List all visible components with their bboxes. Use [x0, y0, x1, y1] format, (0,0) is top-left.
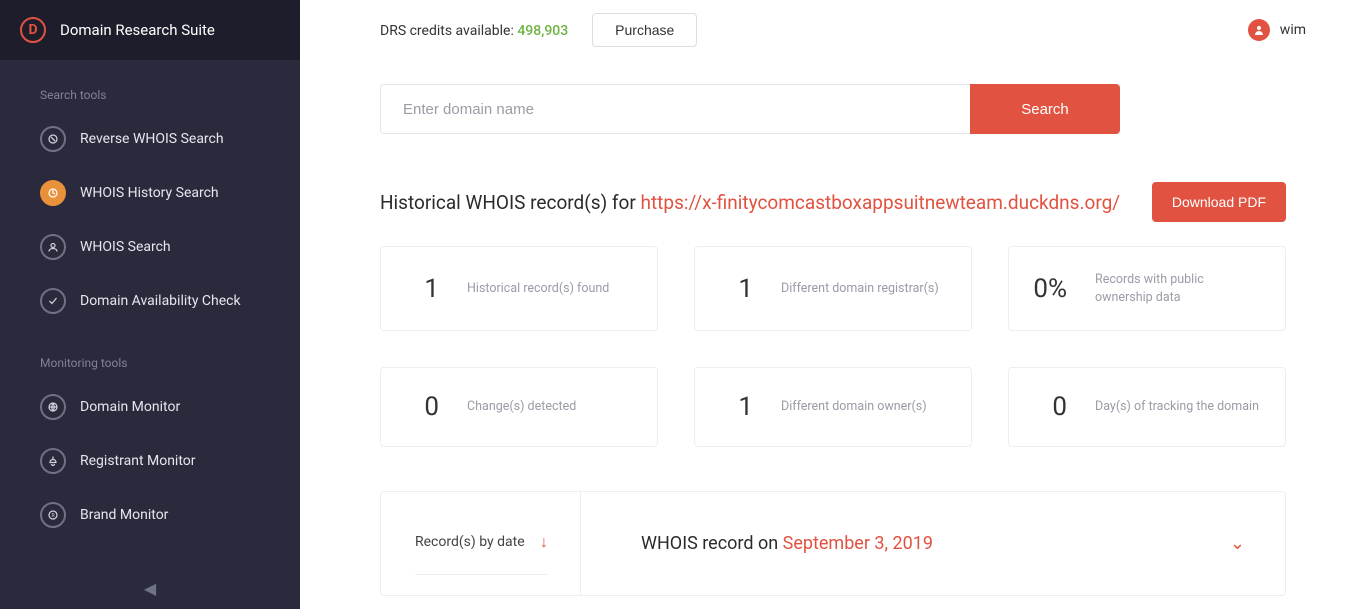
brand-name: Domain Research Suite: [60, 21, 215, 39]
chevron-down-icon: ⌄: [1230, 533, 1245, 554]
stat-value: 1: [717, 274, 753, 304]
stat-changes: 0 Change(s) detected: [380, 367, 658, 447]
records-by-date-label: Record(s) by date: [415, 534, 525, 550]
stat-value: 1: [717, 392, 753, 422]
stat-label: Different domain registrar(s): [781, 280, 939, 298]
sidebar-item-brand-monitor[interactable]: R Brand Monitor: [0, 488, 300, 542]
record-prefix: WHOIS record on: [641, 533, 783, 554]
credits-group: DRS credits available: 498,903 Purchase: [380, 13, 697, 47]
stat-public-ownership: 0% Records with public ownership data: [1008, 246, 1286, 331]
domain-search-input[interactable]: [380, 84, 970, 134]
stats-grid: 1 Historical record(s) found 1 Different…: [380, 246, 1286, 447]
results-title-row: Historical WHOIS record(s) for https://x…: [380, 182, 1286, 222]
stat-label: Day(s) of tracking the domain: [1095, 398, 1259, 416]
purchase-button[interactable]: Purchase: [592, 13, 697, 47]
search-row: Search: [380, 84, 1286, 134]
availability-icon: [40, 288, 66, 314]
main: DRS credits available: 498,903 Purchase …: [300, 0, 1366, 609]
record-date: September 3, 2019: [783, 533, 933, 554]
section-monitoring-tools: Monitoring tools: [0, 328, 300, 380]
stat-value: 1: [403, 274, 439, 304]
stat-label: Records with public ownership data: [1095, 271, 1263, 306]
sidebar-item-whois-search[interactable]: WHOIS Search: [0, 220, 300, 274]
stat-label: Change(s) detected: [467, 398, 576, 416]
stat-label: Different domain owner(s): [781, 398, 927, 416]
svg-text:R: R: [51, 513, 54, 519]
registrant-monitor-icon: [40, 448, 66, 474]
records-panel: Record(s) by date ↓ WHOIS record on Sept…: [380, 491, 1286, 596]
records-sort-button[interactable]: Record(s) by date ↓: [415, 532, 548, 575]
stat-tracking-days: 0 Day(s) of tracking the domain: [1008, 367, 1286, 447]
credits-label: DRS credits available:: [380, 23, 517, 39]
stat-label: Historical record(s) found: [467, 280, 609, 298]
stat-value: 0%: [1031, 274, 1067, 304]
sidebar-item-label: Domain Monitor: [80, 399, 180, 415]
sidebar: D Domain Research Suite Search tools Rev…: [0, 0, 300, 609]
history-icon: [40, 180, 66, 206]
stat-value: 0: [403, 392, 439, 422]
section-search-tools: Search tools: [0, 60, 300, 112]
avatar-icon: [1248, 19, 1270, 41]
stat-value: 0: [1031, 392, 1067, 422]
sort-descending-icon: ↓: [540, 532, 548, 552]
sidebar-item-label: Registrant Monitor: [80, 453, 196, 469]
sidebar-header: D Domain Research Suite: [0, 0, 300, 60]
results-url: https://x-finitycomcastboxappsuitnewteam…: [641, 191, 1121, 214]
sidebar-item-label: Reverse WHOIS Search: [80, 131, 224, 147]
sidebar-item-reverse-whois[interactable]: Reverse WHOIS Search: [0, 112, 300, 166]
results-title-prefix: Historical WHOIS record(s) for: [380, 191, 641, 214]
record-row[interactable]: WHOIS record on September 3, 2019 ⌄: [581, 492, 1285, 595]
sidebar-collapse-button[interactable]: ◀: [0, 567, 300, 609]
user-menu[interactable]: wim: [1248, 19, 1306, 41]
credits-value: 498,903: [517, 23, 568, 39]
chevron-left-icon: ◀: [144, 579, 156, 598]
sidebar-item-domain-monitor[interactable]: Domain Monitor: [0, 380, 300, 434]
stat-historical-records: 1 Historical record(s) found: [380, 246, 658, 331]
sidebar-item-whois-history[interactable]: WHOIS History Search: [0, 166, 300, 220]
reverse-icon: [40, 126, 66, 152]
record-title: WHOIS record on September 3, 2019: [641, 533, 933, 554]
sidebar-item-label: WHOIS History Search: [80, 185, 219, 201]
user-name: wim: [1280, 22, 1306, 38]
records-sidebar: Record(s) by date ↓: [381, 492, 581, 595]
logo-icon: D: [20, 17, 46, 43]
whois-icon: [40, 234, 66, 260]
stat-owners: 1 Different domain owner(s): [694, 367, 972, 447]
sidebar-item-domain-availability[interactable]: Domain Availability Check: [0, 274, 300, 328]
sidebar-item-label: Brand Monitor: [80, 507, 168, 523]
sidebar-item-registrant-monitor[interactable]: Registrant Monitor: [0, 434, 300, 488]
content: Search Historical WHOIS record(s) for ht…: [300, 60, 1366, 596]
sidebar-item-label: Domain Availability Check: [80, 293, 241, 309]
results-title: Historical WHOIS record(s) for https://x…: [380, 191, 1120, 214]
brand-monitor-icon: R: [40, 502, 66, 528]
sidebar-item-label: WHOIS Search: [80, 239, 171, 255]
download-pdf-button[interactable]: Download PDF: [1152, 182, 1286, 222]
topbar: DRS credits available: 498,903 Purchase …: [300, 0, 1366, 60]
search-button[interactable]: Search: [970, 84, 1120, 134]
domain-monitor-icon: [40, 394, 66, 420]
stat-registrars: 1 Different domain registrar(s): [694, 246, 972, 331]
